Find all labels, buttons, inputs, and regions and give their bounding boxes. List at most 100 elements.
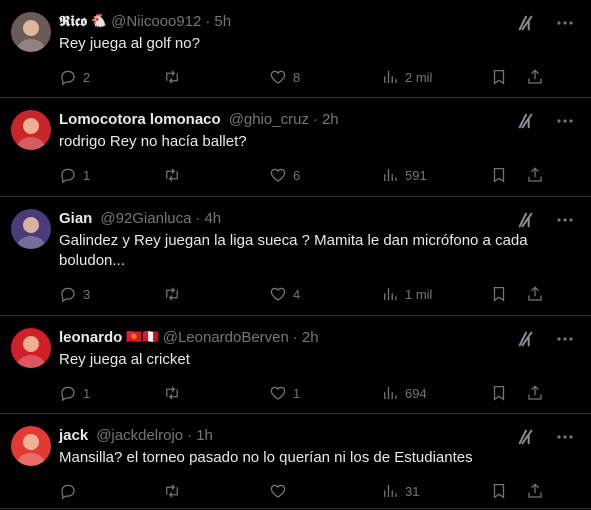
reply-button[interactable]: 1 — [59, 166, 163, 184]
bookmark-button[interactable] — [490, 285, 526, 303]
views-button[interactable]: 694 — [381, 384, 490, 402]
display-name[interactable]: Gian — [59, 210, 92, 227]
like-count: 1 — [293, 385, 301, 401]
like-button[interactable]: 4 — [269, 285, 381, 303]
tweet[interactable]: leonardo 🇰🇬🇵🇪 @LeonardoBerven · 2h Rey j… — [0, 316, 591, 414]
more-icon[interactable] — [555, 427, 575, 447]
timestamp[interactable]: 2h — [322, 111, 339, 128]
retweet-button[interactable] — [163, 384, 269, 402]
avatar[interactable] — [11, 209, 51, 249]
user-handle[interactable]: @Niicooo912 — [111, 13, 201, 30]
grok-icon[interactable] — [517, 211, 535, 229]
views-button[interactable]: 2 mil — [381, 68, 490, 86]
retweet-button[interactable] — [163, 166, 269, 184]
view-count: 31 — [405, 483, 420, 499]
user-handle[interactable]: @ghio_cruz — [229, 111, 309, 128]
views-button[interactable]: 591 — [381, 166, 490, 184]
tweet-text: Galindez y Rey juegan la liga sueca ? Ma… — [59, 232, 532, 269]
share-button[interactable] — [526, 166, 546, 184]
views-icon — [384, 71, 397, 83]
like-button[interactable] — [269, 482, 381, 500]
views-button[interactable]: 1 mil — [381, 285, 490, 303]
retweet-icon — [166, 386, 178, 400]
share-icon — [528, 286, 542, 301]
heart-icon — [270, 70, 286, 84]
reply-button[interactable] — [59, 482, 163, 500]
reply-button[interactable]: 2 — [59, 68, 163, 86]
display-name[interactable]: 𝕽𝖎𝖈𝖔 — [59, 13, 87, 30]
heart-icon — [270, 287, 286, 301]
views-icon — [384, 169, 397, 181]
tweet[interactable]: Gian @92Gianluca · 4h Galindez y Rey jue… — [0, 197, 591, 316]
timestamp[interactable]: 2h — [302, 329, 319, 346]
bookmark-button[interactable] — [490, 68, 526, 86]
tweet-text: Mansilla? el torneo pasado no lo querían… — [59, 449, 473, 466]
avatar[interactable] — [11, 12, 51, 52]
grok-icon[interactable] — [517, 330, 535, 348]
share-icon — [528, 167, 542, 182]
view-count: 2 mil — [405, 69, 433, 85]
separator-dot: · — [195, 209, 201, 227]
tweet[interactable]: jack @jackdelrojo · 1h Mansilla? el torn… — [0, 414, 591, 509]
timestamp[interactable]: 5h — [214, 13, 231, 30]
display-name[interactable]: Lomocotora lomonaco — [59, 111, 221, 128]
avatar[interactable] — [11, 110, 51, 150]
bookmark-button[interactable] — [490, 482, 526, 500]
like-count: 8 — [293, 69, 301, 85]
reply-count: 2 — [83, 69, 91, 85]
like-count: 6 — [293, 167, 301, 183]
reply-count: 3 — [83, 286, 91, 302]
more-icon[interactable] — [555, 210, 575, 230]
reply-button[interactable]: 1 — [59, 384, 163, 402]
action-bar: 3 4 1 mil — [59, 275, 575, 313]
user-handle[interactable]: @LeonardoBerven — [163, 329, 289, 346]
user-handle[interactable]: @jackdelrojo — [96, 427, 183, 444]
share-icon — [528, 385, 542, 400]
retweet-button[interactable] — [163, 482, 269, 500]
reply-icon — [61, 287, 75, 303]
retweet-icon — [166, 168, 178, 182]
retweet-button[interactable] — [163, 285, 269, 303]
timestamp[interactable]: 1h — [196, 427, 213, 444]
grok-icon[interactable] — [517, 112, 535, 130]
like-button[interactable]: 8 — [269, 68, 381, 86]
view-count: 1 mil — [405, 286, 433, 302]
bookmark-button[interactable] — [490, 166, 526, 184]
separator-dot: · — [205, 12, 211, 30]
action-bar: 1 6 591 — [59, 156, 575, 194]
view-count: 591 — [405, 167, 427, 183]
tweet[interactable]: Lomocotora lomonaco @ghio_cruz · 2h rodr… — [0, 98, 591, 197]
share-button[interactable] — [526, 285, 546, 303]
timestamp[interactable]: 4h — [204, 210, 221, 227]
heart-icon — [270, 484, 286, 498]
grok-icon[interactable] — [517, 14, 535, 32]
display-name[interactable]: jack — [59, 427, 88, 444]
share-button[interactable] — [526, 68, 546, 86]
more-icon[interactable] — [555, 329, 575, 349]
share-icon — [528, 69, 542, 84]
user-handle[interactable]: @92Gianluca — [100, 210, 191, 227]
retweet-button[interactable] — [163, 68, 269, 86]
like-count: 4 — [293, 286, 301, 302]
views-button[interactable]: 31 — [381, 482, 490, 500]
reply-button[interactable]: 3 — [59, 285, 163, 303]
share-button[interactable] — [526, 482, 546, 500]
bookmark-icon — [493, 286, 505, 302]
bookmark-button[interactable] — [490, 384, 526, 402]
more-icon[interactable] — [555, 13, 575, 33]
like-button[interactable]: 6 — [269, 166, 381, 184]
grok-icon[interactable] — [517, 428, 535, 446]
avatar[interactable] — [11, 426, 51, 466]
name-emoji: 🇰🇬🇵🇪 — [126, 329, 159, 344]
tweet[interactable]: 𝕽𝖎𝖈𝖔 🐔 @Niicooo912 · 5h Rey juega al gol… — [0, 0, 591, 98]
share-button[interactable] — [526, 384, 546, 402]
avatar[interactable] — [11, 328, 51, 368]
action-bar: 31 — [59, 472, 575, 510]
more-icon[interactable] — [555, 111, 575, 131]
views-icon — [384, 288, 397, 300]
tweet-header: Lomocotora lomonaco @ghio_cruz · 2h — [59, 108, 575, 130]
display-name[interactable]: leonardo — [59, 329, 122, 346]
view-count: 694 — [405, 385, 427, 401]
like-button[interactable]: 1 — [269, 384, 381, 402]
tweet-text: rodrigo Rey no hacía ballet? — [59, 133, 247, 150]
